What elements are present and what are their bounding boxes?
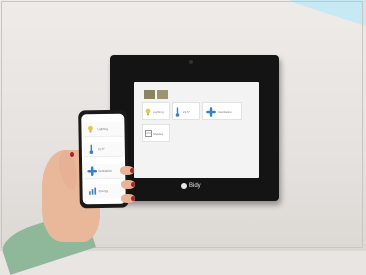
shades-icon <box>145 130 152 137</box>
brand-name: Bidy <box>189 183 201 189</box>
phone-item-label: Lighting <box>97 126 109 132</box>
panel-logo: Bidy <box>181 183 201 189</box>
phone-item-energy[interactable]: Energy <box>84 183 124 199</box>
fan-icon <box>206 107 216 117</box>
tile-shades[interactable]: Shades <box>142 124 170 142</box>
tile-shades-label: Shades <box>153 132 164 136</box>
chart-icon <box>89 187 97 195</box>
phone-item-label: Ventilation <box>98 168 113 174</box>
tile-temperature-label: 21.5° <box>183 110 191 114</box>
scene-swatch-2[interactable] <box>157 90 168 99</box>
fingernail <box>131 196 135 201</box>
panel-screen: Lighting 21.5° Ventilation Shades <box>134 82 259 178</box>
tile-lighting[interactable]: Lighting <box>142 102 170 120</box>
tile-lighting-label: Lighting <box>153 110 164 114</box>
phone-screen: Lighting 21.5° Ventilation Energy <box>81 113 126 205</box>
fingernail <box>131 182 135 187</box>
smartphone: Lighting 21.5° Ventilation Energy <box>78 109 129 209</box>
tile-temperature[interactable]: 21.5° <box>172 102 200 120</box>
lightbulb-icon <box>88 125 93 133</box>
fan-icon <box>87 166 98 177</box>
phone-item-temperature[interactable]: 21.5° <box>83 141 123 158</box>
photo-scene: Lighting 21.5° Ventilation Shades Bidy L… <box>0 0 366 275</box>
wall-control-panel: Lighting 21.5° Ventilation Shades Bidy <box>110 55 279 201</box>
lightbulb-icon <box>145 108 151 116</box>
tile-ventilation-label: Ventilation <box>218 110 232 114</box>
tile-ventilation[interactable]: Ventilation <box>202 102 242 120</box>
thermometer-icon <box>89 144 94 155</box>
phone-item-ventilation[interactable]: Ventilation <box>84 163 124 180</box>
scene-swatch-1[interactable] <box>144 90 155 99</box>
camera-lens <box>189 60 193 64</box>
thumbnail-nail <box>70 152 74 157</box>
fingernail <box>130 168 134 173</box>
status-bar <box>134 82 259 89</box>
logo-mark-icon <box>181 183 187 189</box>
thermometer-icon <box>175 107 180 117</box>
phone-item-lighting[interactable]: Lighting <box>83 121 123 138</box>
phone-item-label: Energy <box>98 188 109 194</box>
phone-item-label: 21.5° <box>97 146 105 152</box>
